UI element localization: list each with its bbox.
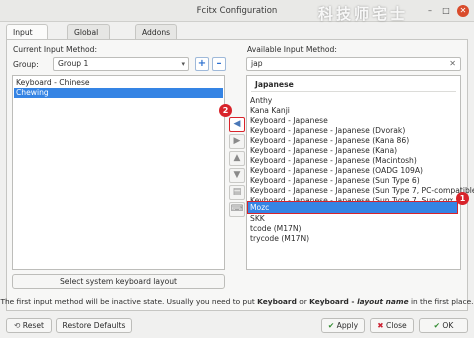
move-down-arrow-icon[interactable]: ▼: [229, 168, 245, 183]
chevron-down-icon: ▾: [181, 60, 185, 68]
add-input-method-arrow-left-icon[interactable]: ◀: [229, 117, 245, 132]
list-item-selected-mozc[interactable]: Mozc: [247, 201, 458, 214]
reset-label: Reset: [22, 321, 44, 330]
footer-note-keyboard: Keyboard: [257, 297, 297, 306]
configure-icon[interactable]: ▤: [229, 185, 245, 200]
group-select-value: Group 1: [58, 59, 89, 68]
group-select[interactable]: Group 1 ▾: [53, 57, 189, 71]
ok-button[interactable]: ✔ OK: [419, 318, 468, 333]
check-icon: ✔: [327, 321, 335, 330]
minimize-button[interactable]: –: [424, 5, 436, 17]
ok-label: OK: [442, 321, 454, 330]
footer-note-text: The first input method will be inactive …: [0, 297, 258, 306]
reset-button[interactable]: ⟲ Reset: [6, 318, 52, 333]
reset-icon: ⟲: [13, 321, 21, 330]
footer-note-layout-name: layout name: [357, 297, 409, 306]
list-item[interactable]: Kana Kanji: [248, 106, 290, 116]
list-item[interactable]: Keyboard - Chinese: [14, 78, 223, 88]
list-item[interactable]: Keyboard - Japanese: [248, 116, 328, 126]
list-item[interactable]: trycode (M17N): [248, 234, 309, 244]
select-keyboard-layout-button[interactable]: Select system keyboard layout: [12, 274, 225, 289]
clear-search-icon[interactable]: ✕: [449, 58, 456, 70]
keyboard-icon[interactable]: ⌨: [229, 202, 245, 217]
list-item[interactable]: Keyboard - Japanese - Japanese (Macintos…: [248, 156, 417, 166]
available-input-method-heading: Available Input Method:: [247, 45, 337, 54]
tab-addons[interactable]: Addons: [135, 24, 178, 40]
category-divider: [251, 91, 456, 92]
tab-global-options[interactable]: Global Options: [67, 24, 111, 52]
footer-note-suffix: in the first place.: [408, 297, 474, 306]
list-item[interactable]: Keyboard - Japanese - Japanese (Kana 86): [248, 136, 409, 146]
ok-check-icon: ✔: [433, 321, 440, 330]
current-input-method-heading: Current Input Method:: [13, 45, 98, 54]
list-item-selected[interactable]: Chewing: [14, 88, 223, 98]
apply-label: Apply: [336, 321, 359, 330]
group-label: Group:: [13, 60, 39, 69]
close-icon: ✖: [377, 321, 384, 330]
list-item[interactable]: Keyboard - Japanese - Japanese (Kana): [248, 146, 397, 156]
maximize-button[interactable]: □: [440, 5, 452, 17]
close-button[interactable]: ✖ Close: [370, 318, 414, 333]
watermark: 科技师宅士: [318, 5, 409, 23]
category-japanese: Japanese: [255, 80, 294, 89]
available-input-method-list: Japanese Anthy Kana Kanji Keyboard - Jap…: [246, 75, 474, 270]
footer-note-keyboard-prefix: Keyboard -: [309, 297, 358, 306]
footer-note-or: or: [296, 297, 310, 306]
list-item[interactable]: Keyboard - Japanese - Japanese (Sun Type…: [248, 186, 474, 196]
annotation-badge-2: 2: [219, 104, 232, 117]
restore-defaults-button[interactable]: Restore Defaults: [56, 318, 132, 333]
list-item[interactable]: Anthy: [248, 96, 272, 106]
close-window-button[interactable]: ✕: [457, 5, 469, 17]
current-input-method-list: Keyboard - Chinese Chewing: [12, 75, 225, 270]
footer-note: The first input method will be inactive …: [0, 297, 474, 306]
add-group-button[interactable]: +: [195, 57, 209, 71]
apply-button[interactable]: ✔ Apply: [321, 318, 365, 333]
list-item[interactable]: SKK: [248, 214, 265, 224]
list-item[interactable]: Keyboard - Japanese - Japanese (OADG 109…: [248, 166, 423, 176]
search-input-value: jap: [251, 59, 263, 68]
list-item[interactable]: Keyboard - Japanese - Japanese (Dvorak): [248, 126, 405, 136]
list-item[interactable]: tcode (M17N): [248, 224, 302, 234]
search-input[interactable]: jap ✕: [246, 57, 461, 71]
close-label: Close: [386, 321, 407, 330]
remove-group-button[interactable]: –: [212, 57, 226, 71]
remove-input-method-arrow-right-icon[interactable]: ▶: [229, 134, 245, 149]
annotation-badge-1: 1: [456, 192, 469, 205]
move-up-arrow-icon[interactable]: ▲: [229, 151, 245, 166]
list-item[interactable]: Keyboard - Japanese - Japanese (Sun Type…: [248, 176, 420, 186]
